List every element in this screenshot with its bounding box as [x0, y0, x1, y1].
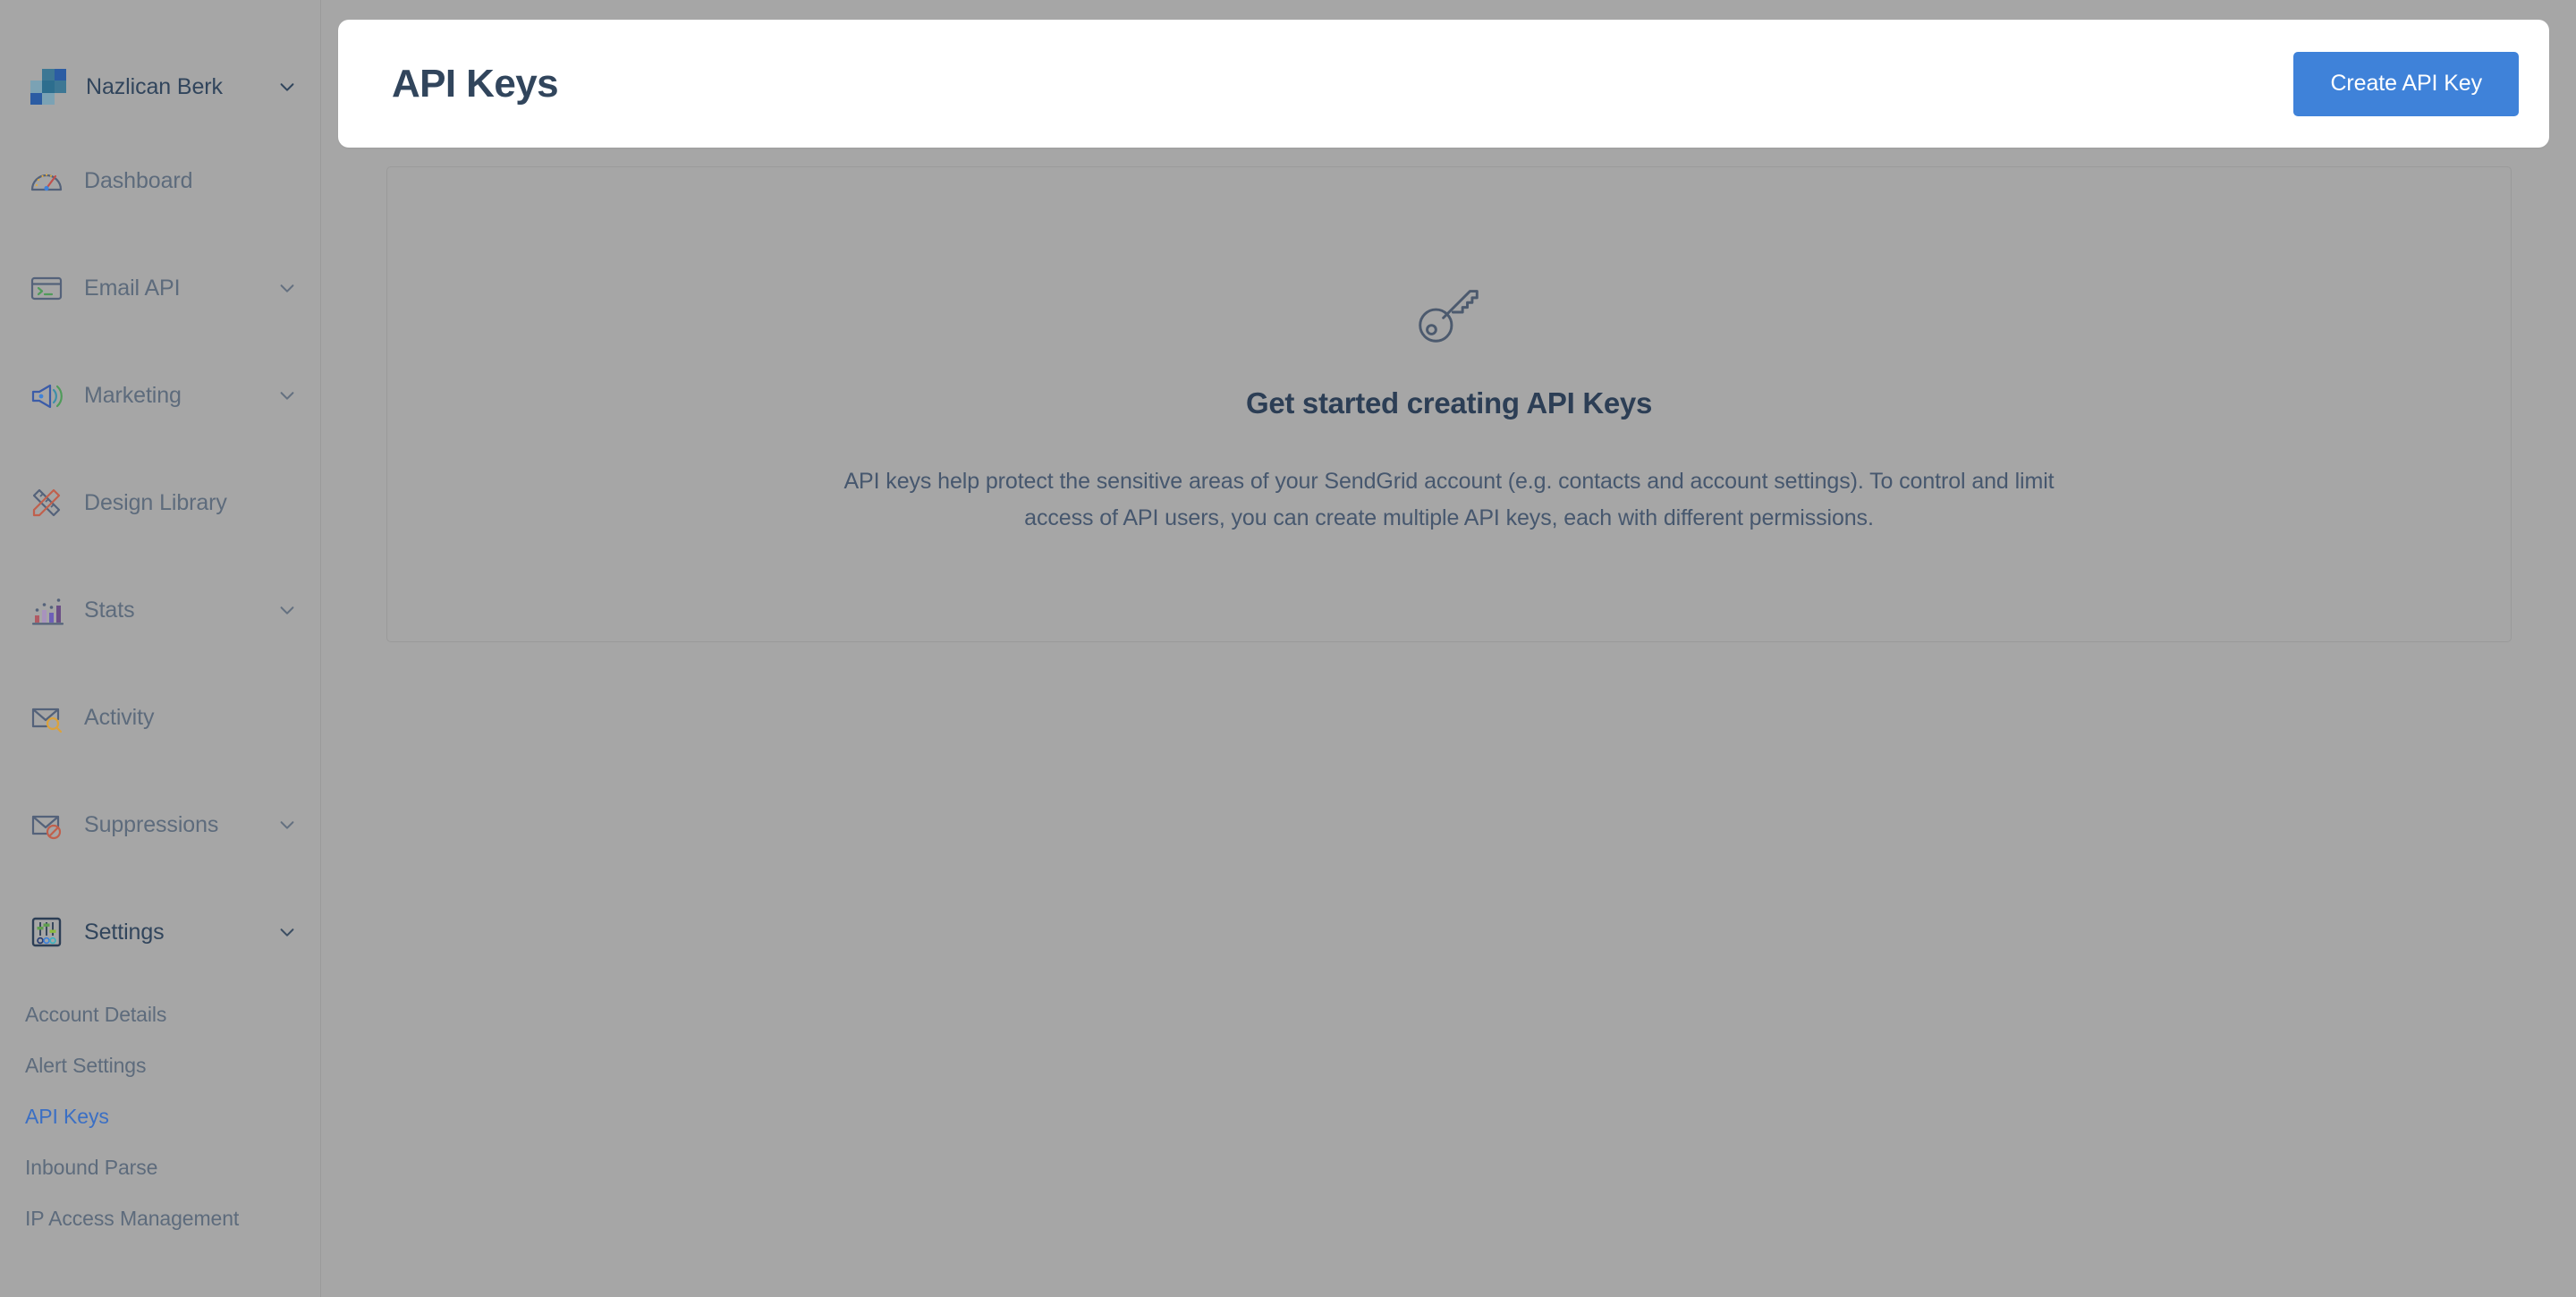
- api-keys-empty-state-card: Get started creating API Keys API keys h…: [386, 166, 2512, 642]
- subnav-item-ip-access-management[interactable]: IP Access Management: [0, 1193, 320, 1244]
- megaphone-icon: [27, 376, 66, 415]
- sidebar: Nazlican Berk Dashboard Email API Market…: [0, 0, 321, 1297]
- terminal-icon: [27, 268, 66, 308]
- subnav-item-api-keys[interactable]: API Keys: [0, 1091, 320, 1142]
- sidebar-item-stats[interactable]: Stats: [0, 583, 320, 637]
- page-title: API Keys: [392, 61, 559, 106]
- account-switcher[interactable]: Nazlican Berk: [0, 52, 320, 122]
- envelope-search-icon: [27, 698, 66, 737]
- sidebar-item-design-library[interactable]: Design Library: [0, 476, 320, 530]
- envelope-block-icon: [27, 805, 66, 844]
- sendgrid-logo-icon: [30, 69, 67, 106]
- sidebar-item-label: Design Library: [84, 489, 227, 515]
- key-icon: [1410, 273, 1488, 356]
- chevron-down-icon[interactable]: [277, 600, 297, 620]
- chevron-down-icon[interactable]: [277, 278, 297, 298]
- subnav-item-inbound-parse[interactable]: Inbound Parse: [0, 1142, 320, 1193]
- settings-submenu: Account Details Alert Settings API Keys …: [0, 989, 320, 1244]
- sidebar-item-label: Suppressions: [84, 811, 219, 837]
- sidebar-item-dashboard[interactable]: Dashboard: [0, 154, 320, 208]
- sidebar-item-label: Stats: [84, 597, 135, 623]
- subnav-item-account-details[interactable]: Account Details: [0, 989, 320, 1040]
- sidebar-item-activity[interactable]: Activity: [0, 691, 320, 744]
- subnav-item-alert-settings[interactable]: Alert Settings: [0, 1040, 320, 1091]
- sidebar-item-label: Dashboard: [84, 167, 193, 193]
- sidebar-item-label: Marketing: [84, 382, 182, 408]
- sidebar-item-label: Email API: [84, 275, 181, 301]
- sidebar-item-label: Settings: [84, 919, 165, 945]
- sidebar-item-label: Activity: [84, 704, 155, 730]
- chevron-down-icon[interactable]: [277, 815, 297, 835]
- sliders-icon: [27, 912, 66, 952]
- chevron-down-icon[interactable]: [277, 386, 297, 405]
- account-name: Nazlican Berk: [86, 73, 223, 99]
- sidebar-item-marketing[interactable]: Marketing: [0, 369, 320, 422]
- ruler-pencil-icon: [27, 483, 66, 522]
- bar-chart-icon: [27, 590, 66, 630]
- empty-state-description: API keys help protect the sensitive area…: [843, 469, 2055, 530]
- chevron-down-icon[interactable]: [277, 922, 297, 942]
- sidebar-item-suppressions[interactable]: Suppressions: [0, 798, 320, 852]
- chevron-down-icon[interactable]: [277, 77, 297, 97]
- create-api-key-button[interactable]: Create API Key: [2293, 51, 2519, 116]
- empty-state-title: Get started creating API Keys: [1245, 386, 1653, 420]
- gauge-icon: [27, 161, 66, 200]
- page-header: API Keys Create API Key: [338, 20, 2549, 148]
- app-root: Nazlican Berk Dashboard Email API Market…: [0, 0, 2576, 1297]
- sidebar-item-settings[interactable]: Settings: [0, 905, 320, 959]
- sidebar-item-email-api[interactable]: Email API: [0, 261, 320, 315]
- main-navigation: Dashboard Email API Marketing Design Lib…: [0, 154, 320, 1244]
